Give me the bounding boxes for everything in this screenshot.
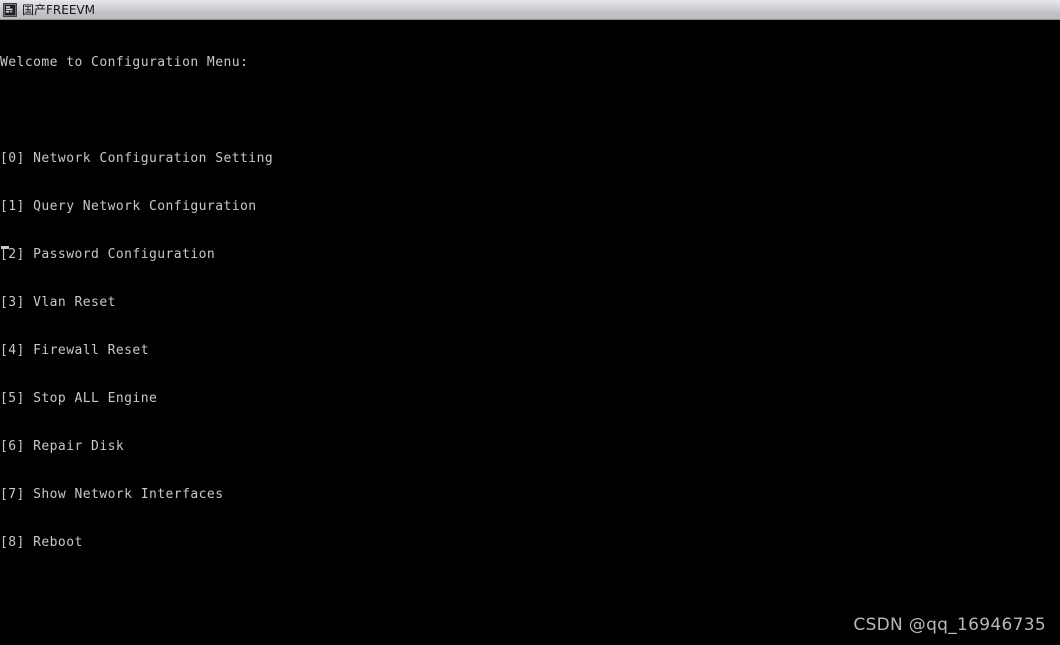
- menu-item-1[interactable]: [1] Query Network Configuration: [0, 199, 273, 215]
- console-screen[interactable]: Welcome to Configuration Menu: [0] Netwo…: [0, 20, 1060, 645]
- console-output: Welcome to Configuration Menu: [0] Netwo…: [0, 23, 273, 583]
- terminal-icon: [3, 2, 17, 17]
- menu-item-6[interactable]: [6] Repair Disk: [0, 439, 273, 455]
- menu-item-4[interactable]: [4] Firewall Reset: [0, 343, 273, 359]
- window-titlebar: 国产FREEVM: [0, 0, 1060, 20]
- text-cursor: [1, 246, 9, 249]
- window-title: 国产FREEVM: [22, 2, 95, 17]
- console-window: 国产FREEVM Welcome to Configuration Menu: …: [0, 0, 1060, 645]
- menu-item-7[interactable]: [7] Show Network Interfaces: [0, 487, 273, 503]
- console-heading: Welcome to Configuration Menu:: [0, 55, 249, 70]
- menu-item-5[interactable]: [5] Stop ALL Engine: [0, 391, 273, 407]
- watermark-text: CSDN @qq_16946735: [853, 615, 1046, 635]
- menu-item-0[interactable]: [0] Network Configuration Setting: [0, 151, 273, 167]
- menu-item-8[interactable]: [8] Reboot: [0, 535, 273, 551]
- menu-item-3[interactable]: [3] Vlan Reset: [0, 295, 273, 311]
- menu-item-2[interactable]: [2] Password Configuration: [0, 247, 273, 263]
